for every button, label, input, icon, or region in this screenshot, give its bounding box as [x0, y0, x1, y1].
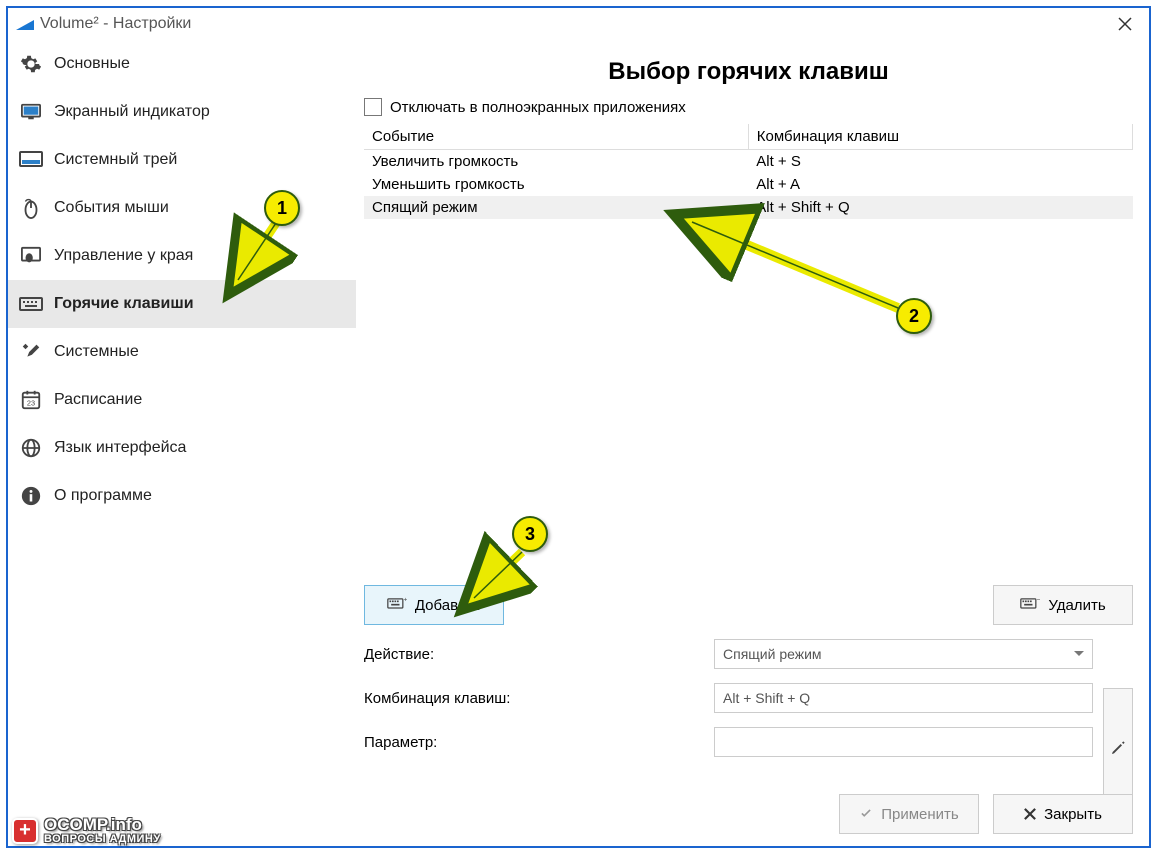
- check-icon: [859, 807, 873, 821]
- apply-button-label: Применить: [881, 806, 959, 823]
- delete-button-label: Удалить: [1048, 597, 1105, 614]
- param-input[interactable]: [714, 727, 1093, 757]
- table-row[interactable]: Уменьшить громкость Alt + A: [364, 173, 1133, 196]
- app-icon: [16, 17, 34, 31]
- titlebar: Volume² - Настройки: [8, 8, 1149, 40]
- callout-1: 1: [264, 190, 300, 226]
- content-panel: Выбор горячих клавиш Отключать в полноэк…: [356, 40, 1149, 846]
- tray-icon: [18, 151, 44, 169]
- sidebar-item-tray[interactable]: Системный трей: [8, 136, 356, 184]
- table-row[interactable]: Увеличить громкость Alt + S: [364, 150, 1133, 174]
- watermark: + OCOMP.info ВОПРОСЫ АДМИНУ: [12, 817, 161, 844]
- info-icon: [18, 485, 44, 507]
- edge-control-icon: [18, 246, 44, 266]
- monitor-icon: [18, 102, 44, 122]
- disable-fullscreen-checkbox[interactable]: [364, 98, 382, 116]
- sidebar-item-schedule[interactable]: 23 Расписание: [8, 376, 356, 424]
- action-label: Действие:: [364, 646, 714, 663]
- sidebar-item-label: Язык интерфейса: [54, 439, 186, 457]
- window-title: Volume² - Настройки: [40, 15, 191, 33]
- sidebar-item-system[interactable]: Системные: [8, 328, 356, 376]
- sidebar-item-general[interactable]: Основные: [8, 40, 356, 88]
- settings-window: Volume² - Настройки Основные Экранный ин…: [6, 6, 1151, 848]
- svg-text:−: −: [1037, 596, 1040, 603]
- sidebar-item-label: Системные: [54, 343, 139, 361]
- sidebar-item-osd[interactable]: Экранный индикатор: [8, 88, 356, 136]
- edit-button[interactable]: [1103, 688, 1133, 808]
- watermark-line2: ВОПРОСЫ АДМИНУ: [44, 834, 161, 844]
- sidebar-item-label: Экранный индикатор: [54, 103, 210, 121]
- hotkeys-table: Событие Комбинация клавиш Увеличить гром…: [364, 124, 1133, 579]
- sidebar-item-label: Горячие клавиши: [54, 295, 194, 313]
- sidebar-item-label: Расписание: [54, 391, 142, 409]
- svg-text:+: +: [404, 596, 407, 603]
- callout-2: 2: [896, 298, 932, 334]
- delete-button[interactable]: − Удалить: [993, 585, 1133, 625]
- tools-icon: [18, 341, 44, 363]
- sidebar-item-label: Управление у края: [54, 247, 193, 265]
- keyboard-plus-icon: +: [387, 596, 407, 614]
- callout-3: 3: [512, 516, 548, 552]
- sidebar-item-mouse[interactable]: События мыши: [8, 184, 356, 232]
- calendar-icon: 23: [18, 389, 44, 411]
- globe-icon: [18, 437, 44, 459]
- sidebar-item-hotkeys[interactable]: Горячие клавиши: [8, 280, 356, 328]
- sidebar-item-label: Системный трей: [54, 151, 177, 169]
- sidebar-item-about[interactable]: О программе: [8, 472, 356, 520]
- action-select[interactable]: Спящий режим: [714, 639, 1093, 669]
- arrow-3: [460, 544, 540, 614]
- col-keys[interactable]: Комбинация клавиш: [748, 124, 1132, 150]
- param-label: Параметр:: [364, 734, 714, 751]
- apply-button[interactable]: Применить: [839, 794, 979, 834]
- col-event[interactable]: Событие: [364, 124, 748, 150]
- sidebar-item-label: События мыши: [54, 199, 169, 217]
- keyboard-minus-icon: −: [1020, 596, 1040, 614]
- keyboard-icon: [18, 296, 44, 312]
- combo-label: Комбинация клавиш:: [364, 690, 714, 707]
- watermark-line1: OCOMP.info: [44, 817, 161, 833]
- sidebar-item-label: Основные: [54, 55, 130, 73]
- combo-input[interactable]: Alt + Shift + Q: [714, 683, 1093, 713]
- arrow-1: [224, 214, 294, 294]
- arrow-2: [680, 210, 910, 320]
- page-title: Выбор горячих клавиш: [364, 58, 1133, 86]
- sidebar-item-label: О программе: [54, 487, 152, 505]
- pencil-icon: [1110, 740, 1126, 756]
- close-dialog-button[interactable]: Закрыть: [993, 794, 1133, 834]
- gear-icon: [18, 53, 44, 75]
- close-button[interactable]: [1105, 10, 1145, 38]
- mouse-icon: [18, 197, 44, 219]
- disable-fullscreen-label: Отключать в полноэкранных приложениях: [390, 99, 686, 116]
- sidebar-item-edge[interactable]: Управление у края: [8, 232, 356, 280]
- close-button-label: Закрыть: [1044, 806, 1102, 823]
- sidebar: Основные Экранный индикатор Системный тр…: [8, 40, 356, 846]
- sidebar-item-language[interactable]: Язык интерфейса: [8, 424, 356, 472]
- watermark-plus-icon: +: [12, 818, 38, 844]
- close-icon: [1024, 808, 1036, 820]
- svg-text:23: 23: [27, 399, 35, 408]
